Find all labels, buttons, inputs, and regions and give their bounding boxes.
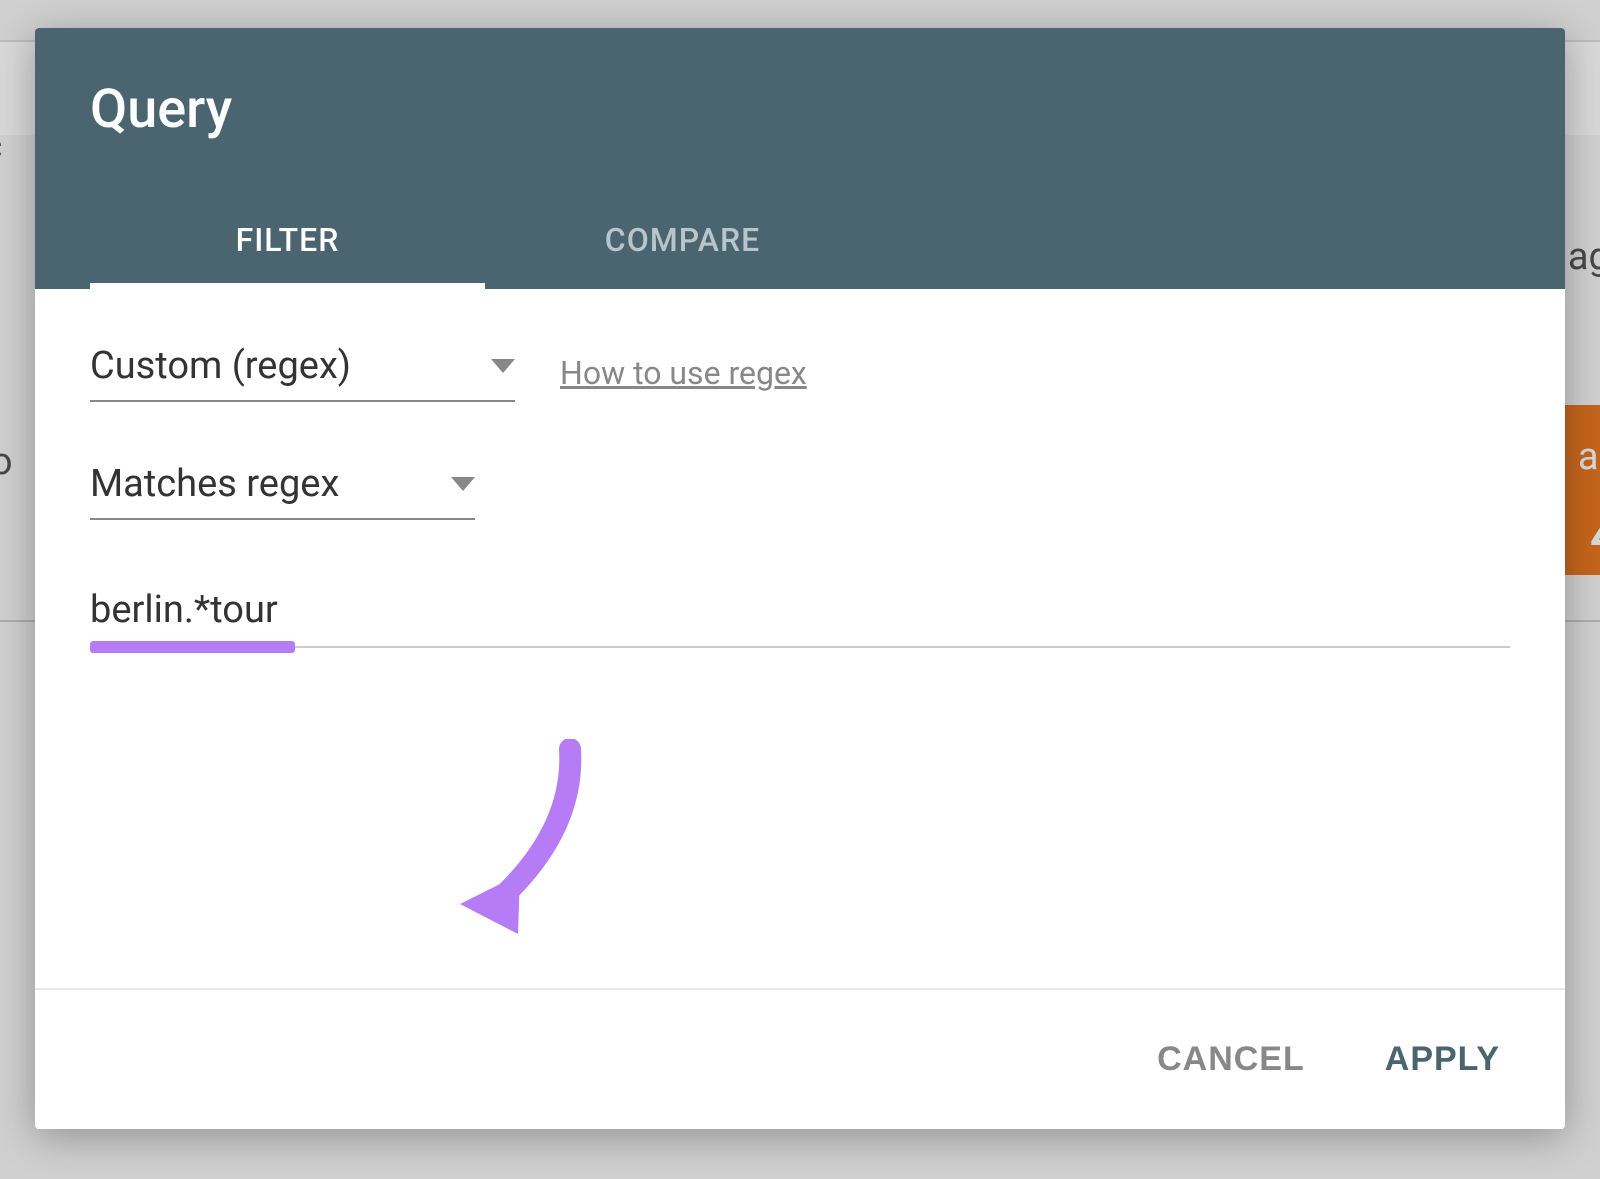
modal-body: Custom (regex) How to use regex Matches …: [35, 289, 1565, 988]
bg-text: age: [1578, 435, 1600, 479]
bg-text: age: [1568, 235, 1600, 279]
annotation-underline: [90, 641, 295, 653]
modal-footer: CANCEL APPLY: [35, 988, 1565, 1129]
match-type-dropdown[interactable]: Matches regex: [90, 462, 475, 520]
tab-filter[interactable]: FILTER: [90, 191, 485, 289]
bg-text: To: [0, 440, 13, 484]
apply-button[interactable]: APPLY: [1370, 1030, 1515, 1089]
filter-type-label: Custom (regex): [90, 344, 351, 388]
tab-compare[interactable]: COMPARE: [485, 191, 880, 289]
regex-input[interactable]: [90, 580, 1510, 648]
bg-text: rc: [0, 125, 2, 169]
modal-title: Query: [90, 78, 1510, 141]
annotation-arrow-icon: [440, 739, 620, 939]
query-modal: Query FILTER COMPARE Custom (regex) How …: [35, 28, 1565, 1129]
chevron-down-icon: [451, 477, 475, 491]
match-type-label: Matches regex: [90, 462, 339, 506]
filter-type-dropdown[interactable]: Custom (regex): [90, 344, 515, 402]
modal-header: Query FILTER COMPARE: [35, 28, 1565, 289]
tab-bar: FILTER COMPARE: [90, 191, 1510, 289]
bg-number: 4: [1590, 490, 1600, 575]
regex-help-link[interactable]: How to use regex: [560, 354, 807, 392]
chevron-down-icon: [491, 359, 515, 373]
cancel-button[interactable]: CANCEL: [1142, 1030, 1320, 1089]
